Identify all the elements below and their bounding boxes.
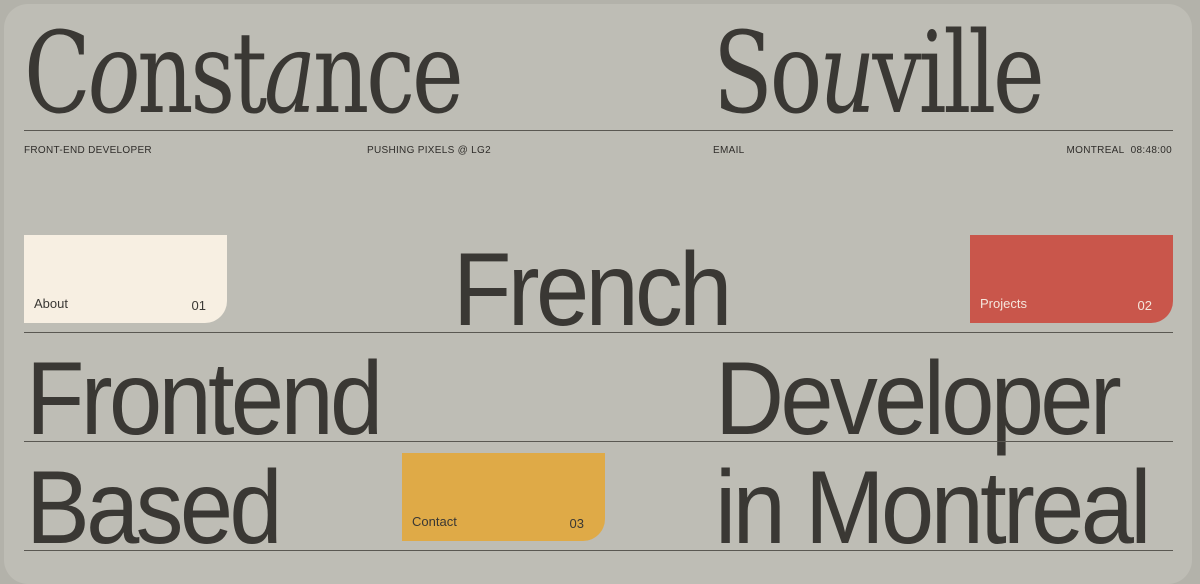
headline-word-french: French: [453, 232, 732, 348]
headline-word-in-montreal: in Montreal: [715, 450, 1152, 566]
last-name-italic-part: u: [819, 9, 875, 139]
first-name-heading: Constance: [24, 18, 464, 130]
last-name-part: ville: [872, 9, 1044, 139]
page: Constance Souville FRONT-END DEVELOPER P…: [4, 4, 1192, 584]
about-card-label: About: [34, 296, 68, 311]
first-name-italic-part: o: [87, 9, 141, 139]
projects-card-number: 02: [1137, 298, 1152, 313]
first-name-part: nce: [313, 9, 464, 139]
divider: [24, 550, 1173, 551]
last-name-heading: Souville: [713, 18, 1045, 130]
divider: [24, 441, 1173, 442]
divider: [24, 130, 1173, 131]
headline-word-developer: Developer: [715, 341, 1122, 457]
contact-card-label: Contact: [412, 514, 457, 529]
email-link[interactable]: EMAIL: [713, 145, 745, 156]
contact-card[interactable]: Contact 03: [402, 453, 605, 541]
about-card[interactable]: About 01: [24, 235, 227, 323]
last-name-part: So: [713, 9, 822, 139]
first-name-italic-part: a: [264, 9, 316, 139]
projects-card[interactable]: Projects 02: [970, 235, 1173, 323]
clock-time: 08:48:00: [1130, 145, 1172, 156]
first-name-part: nst: [137, 9, 267, 139]
tagline-label: PUSHING PIXELS @ LG2: [367, 145, 491, 156]
headline-word-based: Based: [26, 450, 283, 566]
role-label: FRONT-END DEVELOPER: [24, 145, 152, 156]
divider: [24, 332, 1173, 333]
projects-card-label: Projects: [980, 296, 1027, 311]
location-label: MONTREAL: [1066, 145, 1125, 156]
location-clock: MONTREAL 08:48:00: [1067, 145, 1172, 156]
contact-card-number: 03: [569, 516, 584, 531]
about-card-number: 01: [191, 298, 206, 313]
first-name-part: C: [24, 9, 91, 139]
headline-word-frontend: Frontend: [26, 341, 383, 457]
